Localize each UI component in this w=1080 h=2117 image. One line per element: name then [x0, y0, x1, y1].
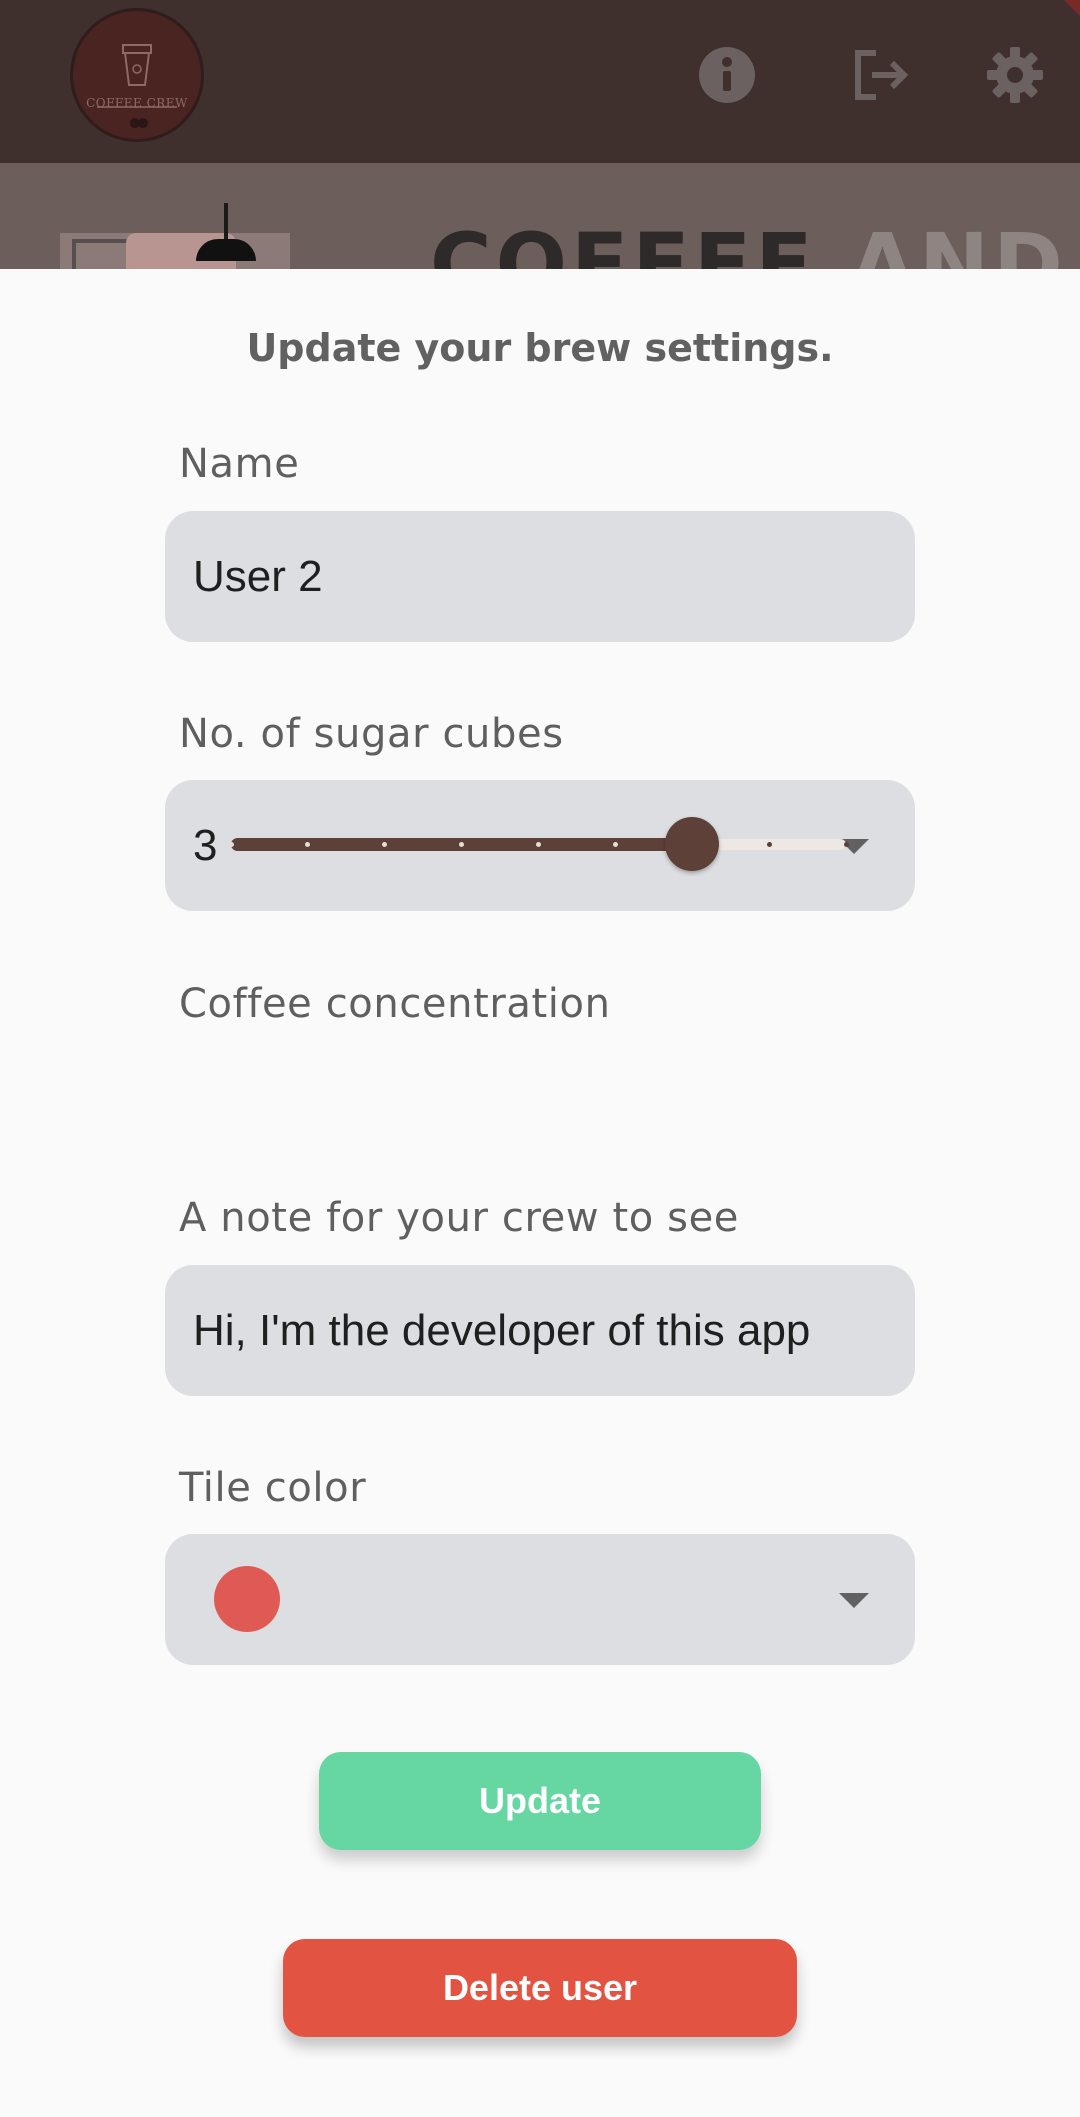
sugar-value: 3 [193, 821, 218, 870]
name-value: User 2 [193, 552, 323, 601]
name-label: Name [179, 441, 300, 487]
note-label: A note for your crew to see [179, 1195, 740, 1241]
slider-tick [843, 842, 849, 847]
slider-tick [228, 842, 234, 847]
info-icon[interactable] [697, 45, 757, 105]
settings-icon[interactable] [985, 45, 1045, 105]
background-banner: COFFEE AND [0, 163, 1080, 270]
settings-sheet: Update your brew settings. Name User 2 N… [0, 269, 1080, 2117]
update-button[interactable]: Update [319, 1752, 761, 1850]
slider-tick [536, 842, 541, 847]
debug-banner-corner [1064, 0, 1080, 16]
lamp-icon [224, 203, 228, 241]
logo-text: COFFEE CREW [86, 96, 188, 110]
color-swatch [214, 1566, 280, 1632]
app-bar: COFFEE CREW [0, 0, 1080, 163]
delete-user-button[interactable]: Delete user [283, 1939, 797, 2037]
banner-illustration [60, 233, 290, 270]
concentration-slider[interactable] [228, 808, 849, 880]
tile-color-dropdown[interactable] [165, 1534, 915, 1665]
banner-title: COFFEE AND [430, 215, 1067, 270]
concentration-label: Coffee concentration [179, 981, 611, 1027]
slider-thumb[interactable] [665, 817, 720, 871]
logout-icon[interactable] [850, 45, 910, 105]
sugar-label: No. of sugar cubes [179, 711, 564, 757]
slider-tick [766, 842, 772, 847]
chevron-down-icon [839, 1593, 869, 1608]
slider-tick [612, 842, 618, 847]
note-field[interactable]: Hi, I'm the developer of this app [165, 1265, 915, 1396]
sheet-title: Update your brew settings. [246, 326, 834, 370]
note-value: Hi, I'm the developer of this app [193, 1306, 811, 1355]
coffee-crew-logo: COFFEE CREW [70, 8, 204, 142]
tile-color-label: Tile color [179, 1465, 367, 1511]
name-field[interactable]: User 2 [165, 511, 915, 642]
